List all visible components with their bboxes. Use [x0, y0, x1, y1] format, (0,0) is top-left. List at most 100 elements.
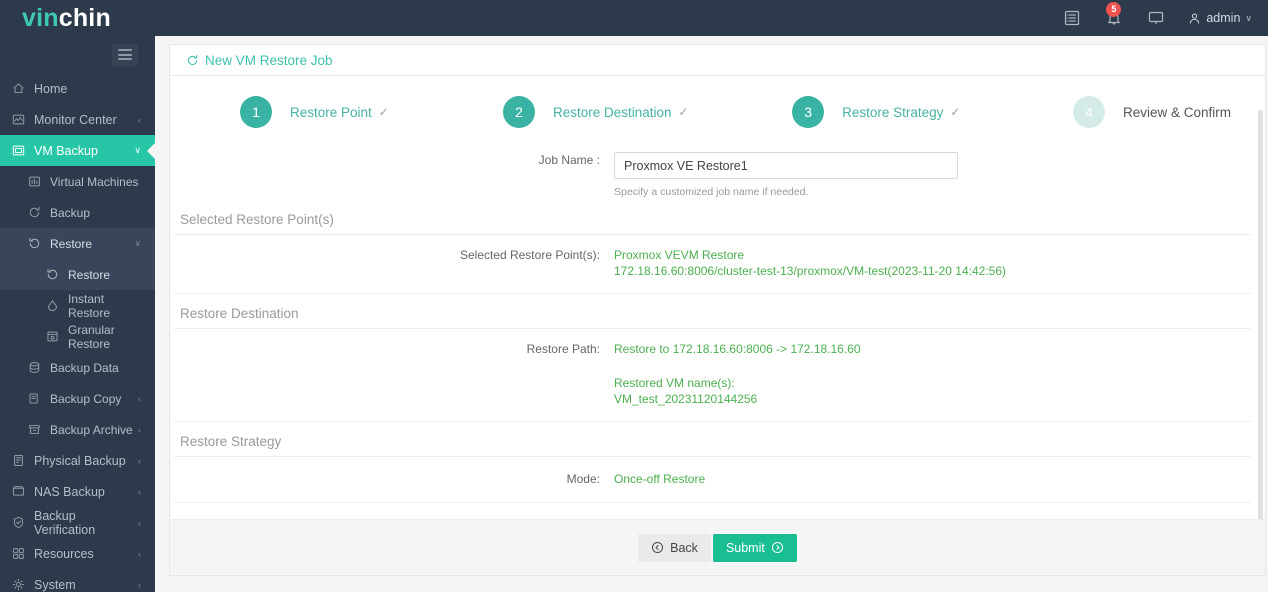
hamburger-icon[interactable] — [112, 43, 138, 66]
step-3[interactable]: 3 Restore Strategy ✓ — [792, 96, 960, 128]
sidebar-item-home[interactable]: Home — [0, 73, 155, 104]
sidebar-item-label: Restore — [68, 267, 111, 282]
brand-prefix: vin — [22, 4, 59, 32]
restored-vm-name: VM_test_20231120144256 — [614, 392, 758, 406]
chevron-left-icon: ‹ — [138, 579, 141, 590]
sidebar-item-backup[interactable]: Backup — [0, 197, 155, 228]
sidebar-item-backup-copy[interactable]: Backup Copy ‹ — [0, 383, 155, 414]
step-1-label: Restore Point — [290, 104, 372, 120]
step-2-label: Restore Destination — [552, 104, 672, 120]
instant-restore-icon — [46, 299, 68, 312]
strategy-row: Mode: Once-off Restore — [174, 457, 1251, 502]
job-name-input[interactable] — [614, 152, 958, 179]
brand-suffix: chin — [58, 4, 111, 32]
main-area: New VM Restore Job 1 Restore Point ✓ 2 R… — [155, 36, 1268, 592]
sidebar-item-label: VM Backup — [34, 143, 98, 158]
app-root: vinchin 5 admin ∨ Home Monitor Center ‹ … — [0, 0, 1268, 592]
panel-content: 1 Restore Point ✓ 2 Restore Destination … — [170, 76, 1265, 575]
sidebar-item-label: Home — [34, 81, 68, 96]
restore-path-row: Restore Path: Restore to 172.18.16.60:80… — [174, 329, 1251, 421]
gear-icon — [12, 578, 34, 591]
sidebar-nav: Home Monitor Center ‹ VM Backup ∨ Virtual Mac… — [0, 73, 155, 592]
job-name-label: Job Name : — [538, 153, 600, 167]
home-icon — [12, 82, 34, 95]
nas-icon — [12, 485, 34, 498]
step-1-check-icon: ✓ — [378, 105, 389, 119]
machines-icon — [28, 175, 50, 188]
back-button[interactable]: Back — [638, 533, 711, 562]
job-panel: New VM Restore Job 1 Restore Point ✓ 2 R… — [169, 44, 1266, 576]
restore-point-row: Selected Restore Point(s): Proxmox VEVM … — [174, 235, 1251, 293]
restored-vm-names-label: Restored VM name(s): — [614, 376, 735, 390]
step-4[interactable]: 4 Review & Confirm — [1072, 96, 1231, 128]
restore-icon — [46, 268, 68, 281]
sidebar-item-vm-backup[interactable]: VM Backup ∨ — [0, 135, 155, 166]
copy-icon — [28, 392, 50, 405]
step-3-number: 3 — [792, 96, 825, 128]
restore-path-spacer — [614, 357, 1251, 375]
sidebar-item-label: Monitor Center — [34, 112, 117, 127]
chevron-left-icon: ‹ — [138, 517, 141, 528]
chevron-left-icon: ‹ — [138, 455, 141, 466]
sidebar-item-restore[interactable]: Restore ∨ — [0, 228, 155, 259]
sidebar-item-backup-verification[interactable]: Backup Verification ‹ — [0, 507, 155, 538]
granular-restore-icon — [46, 330, 68, 343]
sidebar-item-label: Instant Restore — [68, 291, 111, 320]
strategy-row-label: Mode: — [566, 472, 600, 486]
sidebar-item-backup-archive[interactable]: Backup Archive ‹ — [0, 414, 155, 445]
strategy-row-block: Mode: Once-off Restore — [174, 457, 1251, 503]
panel-footer: Back Submit — [170, 519, 1265, 575]
sidebar-item-label: Backup — [50, 205, 91, 220]
user-name: admin — [1206, 11, 1241, 25]
step-4-label: Review & Confirm — [1122, 104, 1231, 120]
job-name-row: Job Name : Specify a customized job name… — [174, 148, 1251, 200]
chevron-down-icon: ∨ — [1245, 12, 1252, 23]
sidebar: Home Monitor Center ‹ VM Backup ∨ Virtual Mac… — [0, 36, 155, 592]
restore-point-label: Selected Restore Point(s): — [459, 248, 600, 262]
sidebar-item-label: Backup Verification — [34, 508, 96, 537]
sidebar-item-resources[interactable]: Resources ‹ — [0, 538, 155, 569]
panel-title: New VM Restore Job — [205, 52, 333, 68]
chevron-down-icon: ∨ — [134, 238, 141, 248]
chevron-left-icon: ‹ — [138, 114, 141, 125]
sidebar-item-monitor-center[interactable]: Monitor Center ‹ — [0, 104, 155, 135]
section-title-restore-strategy: Restore Strategy — [174, 422, 1251, 457]
step-wizard: 1 Restore Point ✓ 2 Restore Destination … — [174, 76, 1251, 148]
panel-scroll-area: 1 Restore Point ✓ 2 Restore Destination … — [170, 76, 1265, 575]
sidebar-item-backup-data[interactable]: Backup Data — [0, 352, 155, 383]
sidebar-item-physical-backup[interactable]: Physical Backup ‹ — [0, 445, 155, 476]
sidebar-item-label: Granular Restore — [68, 322, 115, 351]
sidebar-item-virtual-machines[interactable]: Virtual Machines — [0, 166, 155, 197]
scrollbar-thumb[interactable] — [1258, 110, 1263, 540]
sidebar-item-restore-sub[interactable]: Restore — [0, 259, 155, 290]
sidebar-item-label: Backup Copy — [50, 391, 122, 406]
chevron-left-icon: ‹ — [138, 393, 141, 404]
sidebar-item-granular-restore-sub[interactable]: Granular Restore — [0, 321, 155, 352]
shield-check-icon — [12, 516, 34, 529]
restore-point-value-line-2: 172.18.16.60:8006/cluster-test-13/proxmo… — [614, 264, 1007, 278]
submit-button-label: Submit — [725, 540, 765, 555]
content-scrollbar[interactable] — [1258, 110, 1263, 574]
restore-point-value-line-1: Proxmox VEVM Restore — [614, 248, 745, 262]
sidebar-item-system[interactable]: System ‹ — [0, 569, 155, 592]
sidebar-item-label: Virtual Machines — [50, 174, 139, 189]
restore-path-value-line-1: Restore to 172.18.16.60:8006 -> 172.18.1… — [614, 342, 861, 356]
step-2[interactable]: 2 Restore Destination ✓ — [502, 96, 689, 128]
restore-path-label: Restore Path: — [526, 342, 600, 356]
brand-logo[interactable]: vinchin — [0, 0, 155, 36]
restore-icon — [28, 237, 50, 250]
list-icon[interactable] — [1062, 8, 1082, 28]
bell-icon[interactable]: 5 — [1104, 2, 1124, 28]
job-name-hint: Specify a customized job name if needed. — [614, 186, 809, 198]
user-menu[interactable]: admin ∨ — [1188, 11, 1252, 25]
submit-button[interactable]: Submit — [712, 533, 797, 562]
arrow-right-circle-icon — [771, 541, 783, 554]
sidebar-item-instant-restore-sub[interactable]: Instant Restore — [0, 290, 155, 321]
monitor-icon[interactable] — [1146, 8, 1166, 28]
grid-icon — [12, 547, 34, 560]
chart-icon — [12, 113, 34, 126]
sidebar-item-label: Resources — [34, 546, 94, 561]
step-1[interactable]: 1 Restore Point ✓ — [240, 96, 389, 128]
sidebar-item-nas-backup[interactable]: NAS Backup ‹ — [0, 476, 155, 507]
chevron-down-icon: ∨ — [134, 145, 141, 155]
